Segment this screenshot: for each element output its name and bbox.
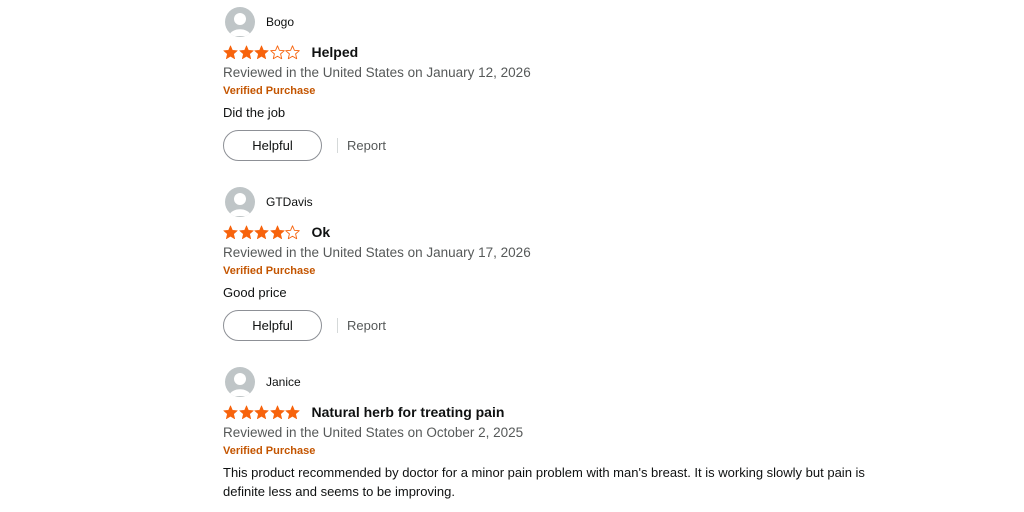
review-actions: Helpful Report [223,310,903,341]
star-filled-icon [223,225,238,239]
star-rating[interactable] [223,402,301,422]
reviewer-profile[interactable]: Bogo [223,7,903,37]
review-title-row: Helped [223,42,903,62]
star-filled-icon [238,45,254,59]
verified-purchase-badge[interactable]: Verified Purchase [223,443,903,459]
star-empty-icon [285,224,300,239]
reviewer-profile[interactable]: Janice [223,367,903,397]
review-card: GTDavis Ok Reviewed in the United States… [223,187,903,341]
verified-purchase-badge[interactable]: Verified Purchase [223,263,903,279]
star-filled-icon [238,405,254,419]
reviewer-name: Bogo [266,15,295,29]
review-body: Did the job [223,105,286,120]
star-filled-icon [254,405,269,419]
review-title-row: Natural herb for treating pain [223,402,903,422]
reviewer-name: Janice [266,375,301,389]
review-title[interactable]: Ok [312,224,331,240]
report-link[interactable]: Report [347,138,386,153]
star-filled-icon [223,45,238,59]
review-body: Good price [223,285,287,300]
star-empty-icon [269,44,285,59]
review-date: Reviewed in the United States on January… [223,245,531,260]
star-filled-icon [269,225,285,239]
action-divider [337,138,338,153]
review-card: Janice Natural herb for treating pain Re… [223,367,903,501]
star-filled-icon [269,405,285,419]
verified-purchase-badge[interactable]: Verified Purchase [223,83,903,99]
star-empty-icon [285,44,300,59]
review-date: Reviewed in the United States on January… [223,65,531,80]
review-date: Reviewed in the United States on October… [223,425,524,440]
review-title[interactable]: Helped [312,44,359,60]
avatar-icon [225,7,255,37]
review-card: Bogo Helped Reviewed in the United State… [223,7,903,161]
review-actions: Helpful Report [223,130,903,161]
star-filled-icon [254,45,269,59]
report-link[interactable]: Report [347,318,386,333]
helpful-button[interactable]: Helpful [223,310,322,341]
star-filled-icon [285,405,300,419]
reviewer-name: GTDavis [266,195,313,209]
star-filled-icon [238,225,254,239]
star-filled-icon [223,405,238,419]
helpful-button[interactable]: Helpful [223,130,322,161]
review-title[interactable]: Natural herb for treating pain [312,404,505,420]
review-title-row: Ok [223,222,903,242]
reviewer-profile[interactable]: GTDavis [223,187,903,217]
action-divider [337,318,338,333]
avatar-icon [225,187,255,217]
avatar-icon [225,367,255,397]
star-rating[interactable] [223,222,301,242]
review-body: This product recommended by doctor for a… [223,465,865,499]
star-rating[interactable] [223,42,301,62]
star-filled-icon [254,225,269,239]
